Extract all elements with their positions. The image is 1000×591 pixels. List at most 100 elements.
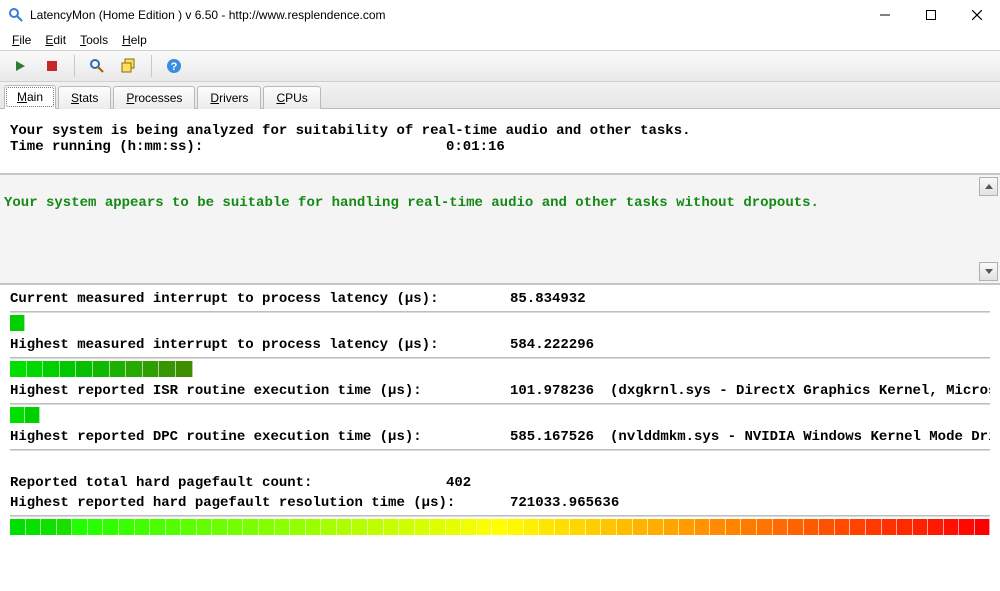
bar-segment xyxy=(26,519,42,535)
metric-label: Current measured interrupt to process la… xyxy=(10,291,510,307)
play-button[interactable] xyxy=(6,52,34,80)
metric-value: 85.834932 xyxy=(510,291,586,307)
maximize-button[interactable] xyxy=(908,0,954,30)
metric-label: Highest reported hard pagefault resoluti… xyxy=(10,495,510,511)
metric-value: 584.222296 xyxy=(510,337,594,353)
bar-segment xyxy=(321,519,337,535)
copy-button[interactable] xyxy=(115,52,143,80)
menu-tools[interactable]: Tools xyxy=(74,31,114,49)
bar-segment xyxy=(10,315,25,331)
menubar: File Edit Tools Help xyxy=(0,30,1000,50)
bar-segment xyxy=(944,519,960,535)
content-area: Your system is being analyzed for suitab… xyxy=(0,109,1000,591)
bar-segment xyxy=(399,519,415,535)
menu-edit[interactable]: Edit xyxy=(39,31,72,49)
bar-segment xyxy=(866,519,882,535)
tab-main[interactable]: Main xyxy=(4,85,56,109)
bar-segment xyxy=(103,519,119,535)
chevron-up-icon xyxy=(985,184,993,189)
bar-segment xyxy=(10,407,25,423)
bar-segment xyxy=(928,519,944,535)
bar-segment xyxy=(959,519,975,535)
bar-segment xyxy=(524,519,540,535)
bar-segment xyxy=(757,519,773,535)
bar-segment xyxy=(679,519,695,535)
metric-value: 721033.965636 xyxy=(510,495,619,511)
bar-segment xyxy=(275,519,291,535)
bar-segment xyxy=(741,519,757,535)
tab-processes[interactable]: Processes xyxy=(113,86,195,109)
bar-segment xyxy=(710,519,726,535)
bar-segment xyxy=(119,519,135,535)
toolbar: ? xyxy=(0,50,1000,82)
metric-divider xyxy=(10,515,990,517)
window-title: LatencyMon (Home Edition ) v 6.50 - http… xyxy=(30,8,386,22)
bar-segment xyxy=(57,519,73,535)
find-button[interactable] xyxy=(83,52,111,80)
bar-segment xyxy=(259,519,275,535)
time-running-label: Time running (h:mm:ss): xyxy=(10,139,446,155)
bar-segment xyxy=(110,361,127,377)
scroll-down-button[interactable] xyxy=(979,262,998,281)
menu-file[interactable]: File xyxy=(6,31,37,49)
close-button[interactable] xyxy=(954,0,1000,30)
bar-dpc xyxy=(10,453,990,469)
scroll-up-button[interactable] xyxy=(979,177,998,196)
menu-help[interactable]: Help xyxy=(116,31,153,49)
stop-button[interactable] xyxy=(38,52,66,80)
minimize-button[interactable] xyxy=(862,0,908,30)
bar-segment xyxy=(368,519,384,535)
bar-segment xyxy=(43,361,60,377)
metric-value: 101.978236 xyxy=(510,383,594,399)
bar-segment xyxy=(352,519,368,535)
bar-segment xyxy=(508,519,524,535)
metric-extra: (nvlddmkm.sys - NVIDIA Windows Kernel Mo… xyxy=(610,429,990,445)
bar-segment xyxy=(25,407,40,423)
bar-segment xyxy=(461,519,477,535)
bar-segment xyxy=(913,519,929,535)
metric-value: 402 xyxy=(446,475,471,491)
bar-segment xyxy=(882,519,898,535)
bar-segment xyxy=(819,519,835,535)
app-icon xyxy=(8,7,24,23)
bar-segment xyxy=(850,519,866,535)
metric-divider xyxy=(10,403,990,405)
bar-segment xyxy=(788,519,804,535)
titlebar: LatencyMon (Home Edition ) v 6.50 - http… xyxy=(0,0,1000,30)
tab-cpus[interactable]: CPUs xyxy=(263,86,320,109)
metric-value: 585.167526 xyxy=(510,429,594,445)
bar-segment xyxy=(555,519,571,535)
bar-segment xyxy=(492,519,508,535)
metric-label: Highest reported DPC routine execution t… xyxy=(10,429,510,445)
status-banner: Your system appears to be suitable for h… xyxy=(4,195,996,211)
bar-current-latency xyxy=(10,315,990,331)
tab-drivers[interactable]: Drivers xyxy=(197,86,261,109)
bar-segment xyxy=(88,519,104,535)
stop-icon xyxy=(47,61,57,71)
app-window: LatencyMon (Home Edition ) v 6.50 - http… xyxy=(0,0,1000,591)
help-icon: ? xyxy=(166,58,182,74)
bar-segment xyxy=(835,519,851,535)
bar-segment xyxy=(243,519,259,535)
metric-label: Highest reported ISR routine execution t… xyxy=(10,383,510,399)
copy-icon xyxy=(121,58,137,74)
bar-isr xyxy=(10,407,990,423)
help-button[interactable]: ? xyxy=(160,52,188,80)
bar-segment xyxy=(337,519,353,535)
bar-segment xyxy=(10,519,26,535)
tab-stats[interactable]: Stats xyxy=(58,86,111,109)
bar-segment xyxy=(181,519,197,535)
bar-segment xyxy=(446,519,462,535)
bar-segment xyxy=(570,519,586,535)
bar-segment xyxy=(695,519,711,535)
metric-isr: Highest reported ISR routine execution t… xyxy=(0,377,1000,401)
bar-segment xyxy=(93,361,110,377)
bar-segment xyxy=(617,519,633,535)
bar-segment xyxy=(384,519,400,535)
bar-segment xyxy=(601,519,617,535)
metric-current-latency: Current measured interrupt to process la… xyxy=(0,285,1000,309)
tabbar: Main Stats Processes Drivers CPUs xyxy=(0,82,1000,109)
play-icon xyxy=(14,60,26,72)
svg-text:?: ? xyxy=(171,61,178,73)
metric-dpc: Highest reported DPC routine execution t… xyxy=(0,423,1000,447)
